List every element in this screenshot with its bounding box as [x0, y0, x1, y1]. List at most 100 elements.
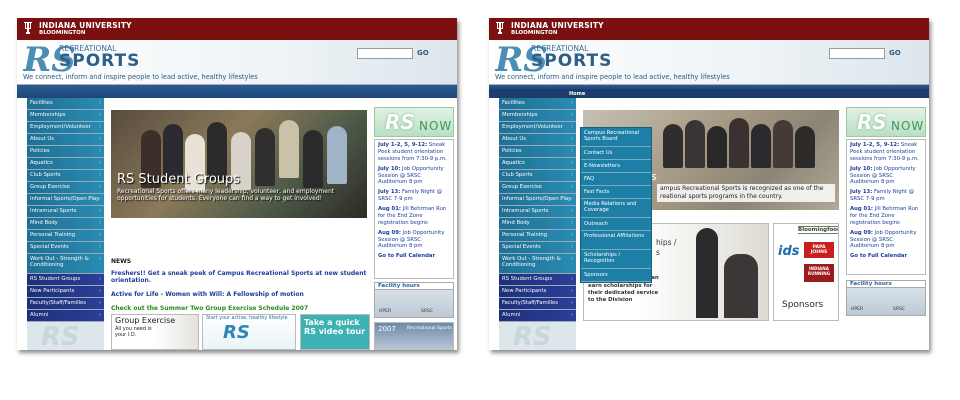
nav-item-mind-body[interactable]: Mind Body ›: [27, 218, 104, 230]
facility-hours-title: Facility hours: [375, 283, 453, 290]
calendar-event[interactable]: Aug 01: Jill Behrman Run for the End Zon…: [850, 206, 922, 227]
news-link-1[interactable]: Freshers!! Get a sneak peek of Campus Re…: [111, 270, 367, 284]
nav-item-about-us[interactable]: About Us ›: [499, 134, 576, 146]
event-date: Aug 01:: [850, 206, 873, 212]
news-link-3[interactable]: Check out the Summer Two Group Exercise …: [111, 305, 367, 312]
iu-title[interactable]: INDIANA UNIVERSITY: [511, 21, 604, 30]
nav-item-aquatics[interactable]: Aquatics ›: [27, 158, 104, 170]
nav-item-new-participants[interactable]: New Participants ›: [27, 286, 104, 298]
chevron-right-icon: ›: [98, 172, 101, 178]
breadcrumb[interactable]: Home: [489, 89, 929, 98]
nav-item-label: Aquatics: [502, 160, 525, 166]
nav-item-policies[interactable]: Policies ›: [499, 146, 576, 158]
nav-item-about-us[interactable]: About Us ›: [27, 134, 104, 146]
nav-item-alumni[interactable]: Alumni ›: [499, 310, 576, 322]
rs-now-banner[interactable]: RS NOW: [846, 107, 926, 137]
rs-now-label: NOW: [419, 119, 453, 133]
full-calendar-link[interactable]: Go to Full Calendar: [378, 253, 450, 259]
nav-item-special-events[interactable]: Special Events ›: [27, 242, 104, 254]
nav-item-personal-training[interactable]: Personal Training ›: [27, 230, 104, 242]
nav-item-special-events[interactable]: Special Events ›: [499, 242, 576, 254]
calendar-event[interactable]: July 1-2, 5, 9-12: Sneak Peek student or…: [378, 142, 450, 163]
sponsor-ids[interactable]: ids: [778, 244, 800, 259]
dropdown-item-e-newsletters[interactable]: E-Newsletters: [581, 160, 651, 173]
nav-item-club-sports[interactable]: Club Sports ›: [27, 170, 104, 182]
nav-item-employment-volunteer[interactable]: Employment/Volunteer ›: [499, 122, 576, 134]
nav-item-new-participants[interactable]: New Participants ›: [499, 286, 576, 298]
promo-video-tour[interactable]: Take a quick RS video tour: [300, 314, 370, 350]
nav-item-label: Club Sports: [30, 172, 61, 178]
nav-item-label: Memberships: [502, 112, 538, 118]
nav-item-work-out-strength-conditioning[interactable]: Work Out - Strength & Conditioning ›: [499, 254, 576, 274]
news-link-2[interactable]: Active for Life - Women with Will: A Fel…: [111, 291, 367, 298]
nav-item-intramural-sports[interactable]: Intramural Sports ›: [27, 206, 104, 218]
iu-title[interactable]: INDIANA UNIVERSITY: [39, 21, 132, 30]
calendar-event[interactable]: July 1-2, 5, 9-12: Sneak Peek student or…: [850, 142, 922, 163]
iu-trident-icon: [24, 22, 32, 34]
nav-item-group-exercise[interactable]: Group Exercise ›: [499, 182, 576, 194]
hero-image[interactable]: RS Student Groups Recreational Sports of…: [111, 110, 367, 218]
dropdown-item-media-relations-and-coverage[interactable]: Media Relations and Coverage: [581, 199, 651, 218]
dropdown-item-professional-affiliations[interactable]: Professional Affiliations: [581, 231, 651, 250]
search-go-button[interactable]: GO: [417, 49, 429, 57]
promo-1-text: All you need is your I.D.: [115, 326, 152, 338]
sponsors-box[interactable]: Bloomingfoods ids PAPA JOHNS INDIANA RUN…: [773, 223, 839, 321]
dropdown-item-campus-recreational-sports-board[interactable]: Campus Recreational Sports Board: [581, 128, 651, 147]
nav-item-memberships[interactable]: Memberships ›: [27, 110, 104, 122]
facility-hours-box[interactable]: Facility hours HPER SRSC: [846, 280, 926, 316]
facility-hours-box[interactable]: Facility hours HPER SRSC: [374, 282, 454, 318]
search-go-button[interactable]: GO: [889, 49, 901, 57]
dropdown-item-outreach[interactable]: Outreach: [581, 218, 651, 231]
dropdown-item-contact-us[interactable]: Contact Us: [581, 147, 651, 160]
nav-item-facilities[interactable]: Facilities ›: [27, 98, 104, 110]
rs-now-banner[interactable]: RS NOW: [374, 107, 454, 137]
nav-item-rs-student-groups[interactable]: RS Student Groups ›: [27, 274, 104, 286]
rs-now-label: NOW: [891, 119, 925, 133]
nav-item-informal-sports-open-play[interactable]: Informal Sports/Open Play ›: [27, 194, 104, 206]
nav-item-aquatics[interactable]: Aquatics ›: [499, 158, 576, 170]
nav-item-facilities[interactable]: Facilities ›: [499, 98, 576, 110]
chevron-right-icon: ›: [98, 256, 101, 262]
nav-item-group-exercise[interactable]: Group Exercise ›: [27, 182, 104, 194]
nav-item-rs-student-groups[interactable]: RS Student Groups ›: [499, 274, 576, 286]
chevron-right-icon: ›: [98, 232, 101, 238]
calendar-event[interactable]: Aug 01: Jill Behrman Run for the End Zon…: [378, 206, 450, 227]
nav-item-faculty-staff-families[interactable]: Faculty/Staff/Families ›: [499, 298, 576, 310]
nav-item-informal-sports-open-play[interactable]: Informal Sports/Open Play ›: [499, 194, 576, 206]
nav-item-work-out-strength-conditioning[interactable]: Work Out - Strength & Conditioning ›: [27, 254, 104, 274]
calendar-event[interactable]: Aug 09: Job Opportunity Session @ SRSC A…: [378, 230, 450, 251]
dropdown-item-sponsors[interactable]: Sponsors: [581, 269, 651, 282]
calendar-event[interactable]: Aug 09: Job Opportunity Session @ SRSC A…: [850, 230, 922, 251]
nav-item-intramural-sports[interactable]: Intramural Sports ›: [499, 206, 576, 218]
nav-item-mind-body[interactable]: Mind Body ›: [499, 218, 576, 230]
iu-trident-icon: [496, 22, 504, 34]
nav-item-label: Personal Training: [502, 232, 548, 238]
calendar-event[interactable]: July 10: Job Opportunity Session @ SRSC …: [850, 166, 922, 187]
dropdown-item-fast-facts[interactable]: Fast Facts: [581, 186, 651, 199]
chevron-right-icon: ›: [570, 300, 573, 306]
nav-item-club-sports[interactable]: Club Sports ›: [499, 170, 576, 182]
sponsor-bloomingfoods[interactable]: Bloomingfoods: [798, 226, 838, 234]
nav-item-faculty-staff-families[interactable]: Faculty/Staff/Families ›: [27, 298, 104, 310]
sponsor-papa-johns[interactable]: PAPA JOHNS: [804, 242, 834, 258]
chevron-right-icon: ›: [98, 184, 101, 190]
promo-2007-report[interactable]: 2007 Recreational Sports: [374, 322, 454, 350]
promo-group-exercise[interactable]: Group Exercise All you need is your I.D.: [111, 314, 199, 350]
nav-item-alumni[interactable]: Alumni ›: [27, 310, 104, 322]
nav-item-policies[interactable]: Policies ›: [27, 146, 104, 158]
dropdown-item-faq[interactable]: FAQ: [581, 173, 651, 186]
nav-item-memberships[interactable]: Memberships ›: [499, 110, 576, 122]
calendar-event[interactable]: July 10: Job Opportunity Session @ SRSC …: [378, 166, 450, 187]
nav-item-label: Group Exercise: [502, 184, 542, 190]
calendar-event[interactable]: July 13: Family Night @ SRSC 7-9 pm: [850, 189, 922, 203]
nav-item-employment-volunteer[interactable]: Employment/Volunteer ›: [27, 122, 104, 134]
sponsor-indiana-running[interactable]: INDIANA RUNNING: [804, 264, 834, 282]
full-calendar-link[interactable]: Go to Full Calendar: [850, 253, 922, 259]
nav-item-personal-training[interactable]: Personal Training ›: [499, 230, 576, 242]
left-nav: Facilities › Memberships › Employment/Volunt…: [27, 98, 104, 350]
search-input[interactable]: [357, 48, 413, 59]
promo-active-lifestyle[interactable]: Start your active, healthy lifestyle RS: [202, 314, 296, 350]
search-input[interactable]: [829, 48, 885, 59]
dropdown-item-scholarships-recognition[interactable]: Scholarships / Recognition: [581, 250, 651, 269]
calendar-event[interactable]: July 13: Family Night @ SRSC 7-9 pm: [378, 189, 450, 203]
